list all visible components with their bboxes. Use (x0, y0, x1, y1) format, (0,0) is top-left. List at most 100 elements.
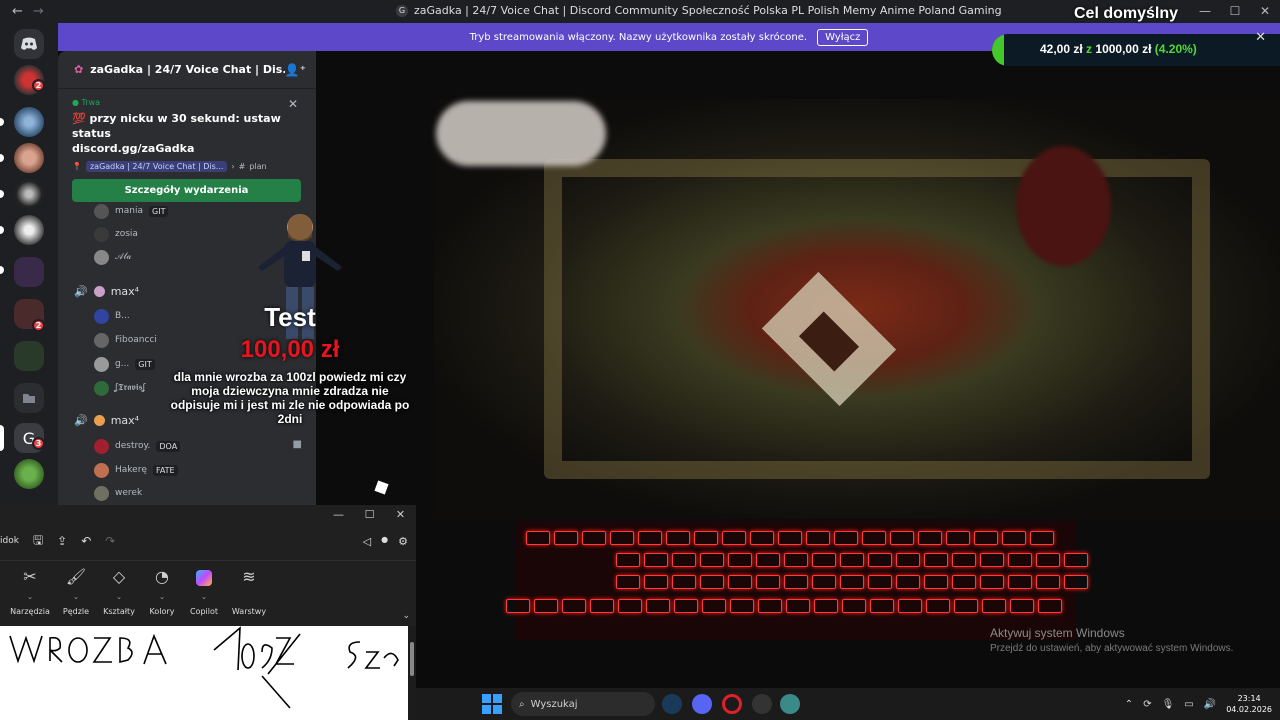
folder-icon[interactable] (14, 383, 44, 413)
stream-video[interactable] (316, 51, 1280, 640)
voice-user[interactable]: werek (94, 483, 142, 503)
voice-user[interactable]: zosia (94, 224, 138, 244)
event-title-line1: 💯 przy nicku w 30 sekund: ustaw status (72, 112, 281, 140)
voice-user-name: B... (115, 311, 130, 321)
tool-kolory[interactable]: ◔ ⌄ Kolory (140, 561, 184, 616)
voice-user[interactable]: destroy. DOA (94, 436, 181, 456)
avatar (94, 438, 109, 454)
voice-user-name: zosia (115, 229, 138, 239)
account-icon[interactable]: ● (381, 535, 388, 548)
save-icon[interactable]: 🖫 (33, 531, 43, 552)
server-icon[interactable] (14, 107, 44, 137)
close-icon[interactable]: ✕ (288, 97, 298, 111)
voice-user[interactable]: mania GIT (94, 201, 169, 221)
windows-start-icon[interactable] (482, 694, 502, 714)
clock-time: 23:14 (1237, 694, 1261, 703)
avatar (94, 356, 109, 372)
goal-progress-bar: 42,00 zł z 1000,00 zł (4.20%) (992, 34, 1280, 66)
hand-image (436, 101, 606, 166)
maximize-button[interactable]: ☐ (354, 505, 385, 527)
server-folder-icon[interactable] (14, 341, 44, 371)
maximize-button[interactable]: ☐ (1220, 0, 1250, 23)
tool-narzedzia[interactable]: ✂ ⌄ Narzędzia (8, 561, 52, 616)
app-taskbar-icon[interactable] (752, 694, 772, 714)
broadcast-icon[interactable]: ◁ (363, 535, 371, 548)
voice-user[interactable]: 𝒜𝓁𝒶 (94, 247, 131, 267)
voice-user[interactable]: B... (94, 306, 130, 326)
tool-pedzle[interactable]: 🖌 ⌄ Pędzle (54, 561, 98, 616)
server-icon[interactable] (14, 215, 44, 245)
close-window-button[interactable]: ✕ (1250, 0, 1280, 23)
tool-copilot[interactable]: ⌄ Copilot (182, 561, 226, 616)
sync-icon[interactable]: ⟳ (1143, 699, 1151, 710)
voice-user[interactable]: g... GIT (94, 354, 155, 374)
unread-pill (0, 154, 4, 162)
clock[interactable]: 23:14 04.02.2026 (1226, 693, 1272, 715)
scrollbar-thumb[interactable] (410, 642, 414, 676)
paint-canvas[interactable] (0, 626, 408, 720)
minimize-button[interactable]: — (323, 505, 354, 527)
share-icon[interactable]: ⇪ (57, 534, 67, 548)
avatar (94, 380, 109, 396)
alert-donor-name: Test (264, 302, 316, 332)
discord-taskbar-icon[interactable] (692, 694, 712, 714)
voice-user[interactable]: Fiboancci (94, 330, 157, 350)
tool-ksztalty[interactable]: ◇ ⌄ Kształty (97, 561, 141, 616)
clan-tag: FATE (152, 464, 178, 476)
keyboard-image (506, 521, 1088, 640)
network-icon[interactable]: ▭ (1184, 699, 1193, 710)
notification-badge: 3 (32, 437, 45, 450)
voice-user-name: Hakerę (115, 465, 147, 475)
server-logo-icon: G (396, 4, 408, 17)
notification-badge: 2 (32, 319, 45, 332)
palette-icon: ◔ (155, 567, 169, 586)
close-icon[interactable]: ✕ (1255, 30, 1266, 45)
event-title-line2: discord.gg/zaGadka (72, 142, 195, 155)
server-header[interactable]: ✿ zaGadka | 24/7 Voice Chat | Dis... 👤⁺ (58, 51, 316, 89)
server-icon[interactable] (14, 459, 44, 489)
undo-icon[interactable]: ↶ (81, 534, 91, 548)
active-pill (0, 425, 4, 451)
event-details-button[interactable]: Szczegóły wydarzenia (72, 179, 301, 202)
server-icon[interactable] (14, 179, 44, 209)
screen: ← → G zaGadka | 24/7 Voice Chat | Discor… (0, 0, 1280, 720)
opera-icon[interactable] (722, 694, 742, 714)
taskbar: ⌕ Wyszukaj ⌃ ⟳ 🎙 ▭ 🔊 23:14 04.02.2026 (416, 688, 1280, 720)
canvas-scrollbar[interactable] (408, 626, 416, 720)
tool-warstwy[interactable]: ≋ Warstwy (227, 561, 271, 616)
settings-icon[interactable]: ⚙ (398, 535, 408, 548)
redo-icon[interactable]: ↷ (105, 534, 115, 548)
server-folder-icon[interactable] (14, 257, 44, 287)
forward-arrow-icon[interactable]: → (33, 4, 44, 19)
microphone-icon[interactable]: 🎙 (1162, 699, 1175, 710)
add-user-icon[interactable]: 👤⁺ (285, 63, 306, 77)
server-icon[interactable] (14, 143, 44, 173)
alert-message: dla mnie wrozba za 100zl powiedz mi czy … (170, 370, 410, 426)
brush-icon: 🖌 (65, 567, 87, 586)
voice-channel[interactable]: 🔊 max⁴ (74, 410, 139, 430)
minimize-button[interactable]: — (1190, 0, 1220, 23)
voice-user[interactable]: Hakerę FATE (94, 460, 178, 480)
voice-user[interactable]: ʆ𝕿𝖗𝖆𝖛𝖎𝖘ʆ (94, 378, 146, 398)
taskbar-search[interactable]: ⌕ Wyszukaj (511, 692, 655, 716)
avatar (94, 485, 109, 501)
close-window-button[interactable]: ✕ (385, 505, 416, 527)
view-menu[interactable]: idok (0, 536, 19, 546)
discord-home-icon[interactable] (14, 29, 44, 59)
tool-label: Kształty (103, 607, 135, 616)
back-arrow-icon[interactable]: ← (12, 4, 23, 19)
event-location[interactable]: 📍 zaGadka | 24/7 Voice Chat | Dis... › #… (72, 161, 302, 172)
voice-user-name: g... (115, 359, 130, 369)
volume-icon[interactable]: 🔊 (1204, 699, 1216, 710)
steam-icon[interactable] (662, 694, 682, 714)
tool-label: Pędzle (62, 607, 90, 616)
chevron-down-icon: ⌄ (116, 593, 122, 601)
goal-percent: (4.20%) (1154, 42, 1197, 56)
disable-streamer-mode-button[interactable]: Wyłącz (817, 28, 869, 46)
chevron-down-icon[interactable]: ⌄ (402, 611, 410, 621)
chevron-right-icon: › (231, 162, 235, 171)
chevron-up-icon[interactable]: ⌃ (1125, 699, 1133, 710)
app-taskbar-icon[interactable] (780, 694, 800, 714)
alert-amount: 100,00 zł (240, 336, 340, 363)
voice-channel[interactable]: 🔊 max⁴ (74, 281, 139, 301)
